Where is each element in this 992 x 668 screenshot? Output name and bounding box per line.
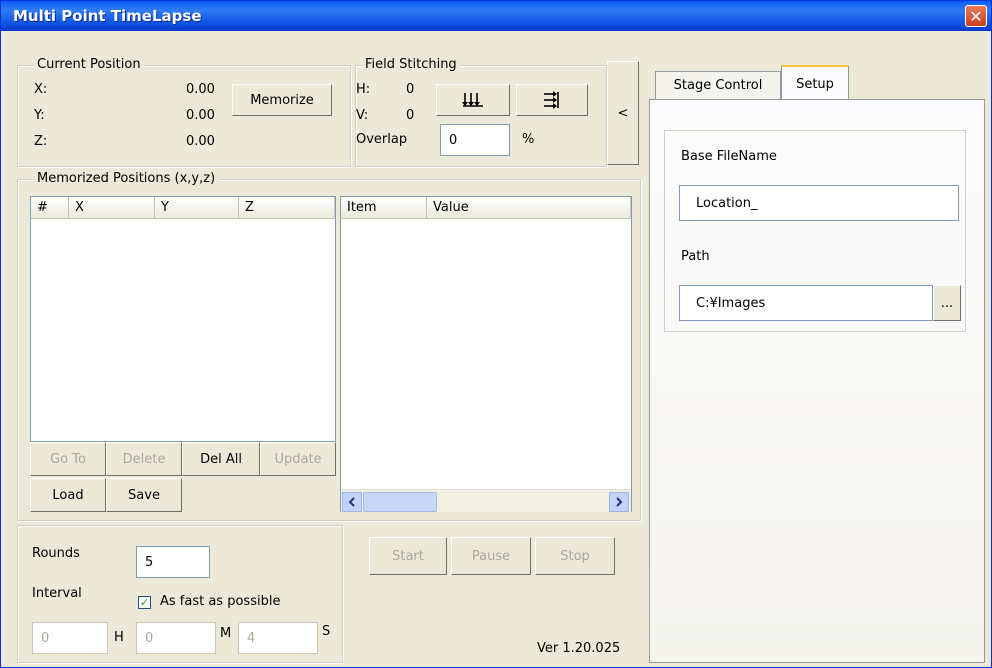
horizontal-scrollbar[interactable]	[341, 489, 631, 512]
overlap-label: Overlap	[356, 132, 408, 147]
tab-setup[interactable]: Setup	[781, 65, 849, 101]
scroll-right-button[interactable]	[609, 492, 629, 512]
current-position-legend: Current Position	[34, 57, 144, 72]
setup-group: Base FileName Location_ Path C:¥Images .…	[664, 130, 966, 332]
pause-button[interactable]: Pause	[451, 537, 531, 575]
close-icon[interactable]: ✕	[965, 5, 987, 27]
column-item[interactable]: Item	[341, 197, 427, 219]
stitch-horizontal-button[interactable]	[516, 84, 588, 116]
percent-label: %	[522, 132, 535, 147]
column-x[interactable]: X	[69, 197, 155, 219]
title-bar[interactable]: Multi Point TimeLapse ✕	[1, 1, 991, 31]
column-y[interactable]: Y	[155, 197, 239, 219]
v-label: V:	[356, 108, 369, 123]
version-label: Ver 1.20.025	[537, 641, 621, 656]
memorized-positions-group: Memorized Positions (x,y,z) # X Y Z Item…	[17, 171, 641, 521]
save-button[interactable]: Save	[106, 478, 182, 512]
x-value: 0.00	[186, 82, 215, 97]
column-z[interactable]: Z	[239, 197, 335, 219]
stitch-down-arrows-icon	[462, 93, 483, 107]
window-title: Multi Point TimeLapse	[13, 7, 202, 25]
item-detail-list[interactable]: Item Value	[340, 196, 632, 512]
positions-list[interactable]: # X Y Z	[30, 196, 336, 442]
goto-button[interactable]: Go To	[30, 442, 106, 476]
minutes-unit: M	[220, 626, 232, 641]
column-index[interactable]: #	[31, 197, 69, 219]
field-stitching-group: Field Stitching H: 0 V: 0 Overlap 0 %	[355, 57, 607, 167]
z-value: 0.00	[186, 134, 215, 149]
start-button[interactable]: Start	[369, 537, 447, 575]
stop-button[interactable]: Stop	[535, 537, 615, 575]
main-window: Multi Point TimeLapse ✕ Current Position…	[0, 0, 992, 668]
delete-button[interactable]: Delete	[106, 442, 182, 476]
interval-label: Interval	[32, 586, 82, 601]
seconds-unit: S	[322, 624, 331, 639]
chevron-left-icon	[348, 497, 355, 507]
hours-input[interactable]: 0	[32, 622, 108, 654]
del-all-button[interactable]: Del All	[182, 442, 260, 476]
tab-stage-control[interactable]: Stage Control	[655, 71, 781, 99]
collapse-panel-button[interactable]: <	[607, 61, 639, 165]
as-fast-checkbox[interactable]: ✓	[138, 596, 151, 609]
field-stitching-legend: Field Stitching	[362, 57, 460, 72]
seconds-input[interactable]: 4	[238, 622, 318, 654]
memorize-button[interactable]: Memorize	[232, 84, 332, 116]
chevron-right-icon	[616, 497, 623, 507]
path-label: Path	[681, 249, 710, 264]
rounds-label: Rounds	[32, 546, 80, 561]
as-fast-label: As fast as possible	[160, 594, 281, 609]
stitch-right-arrows-icon	[544, 91, 559, 109]
column-value[interactable]: Value	[427, 197, 631, 219]
x-label: X:	[34, 82, 48, 97]
h-label: H:	[356, 82, 371, 97]
z-label: Z:	[34, 134, 48, 149]
update-button[interactable]: Update	[260, 442, 336, 476]
overlap-input[interactable]: 0	[440, 124, 510, 156]
load-button[interactable]: Load	[30, 478, 106, 512]
memorized-positions-legend: Memorized Positions (x,y,z)	[34, 171, 219, 186]
y-label: Y:	[34, 108, 45, 123]
hours-unit: H	[114, 630, 124, 645]
base-filename-input[interactable]: Location_	[679, 185, 959, 221]
current-position-group: Current Position X: 0.00 Y: 0.00 Z: 0.00…	[17, 57, 351, 167]
base-filename-label: Base FileName	[681, 149, 777, 164]
timing-group: Rounds 5 Interval ✓ As fast as possible …	[17, 525, 343, 663]
scroll-left-button[interactable]	[342, 492, 362, 512]
path-input[interactable]: C:¥Images	[679, 285, 933, 321]
browse-button[interactable]: ...	[933, 285, 961, 321]
scroll-thumb[interactable]	[363, 492, 437, 512]
minutes-input[interactable]: 0	[136, 622, 216, 654]
y-value: 0.00	[186, 108, 215, 123]
stitch-vertical-button[interactable]	[436, 84, 510, 116]
v-value: 0	[406, 108, 415, 123]
tab-panel: Base FileName Location_ Path C:¥Images .…	[649, 99, 985, 663]
h-value: 0	[406, 82, 415, 97]
rounds-input[interactable]: 5	[136, 546, 210, 578]
